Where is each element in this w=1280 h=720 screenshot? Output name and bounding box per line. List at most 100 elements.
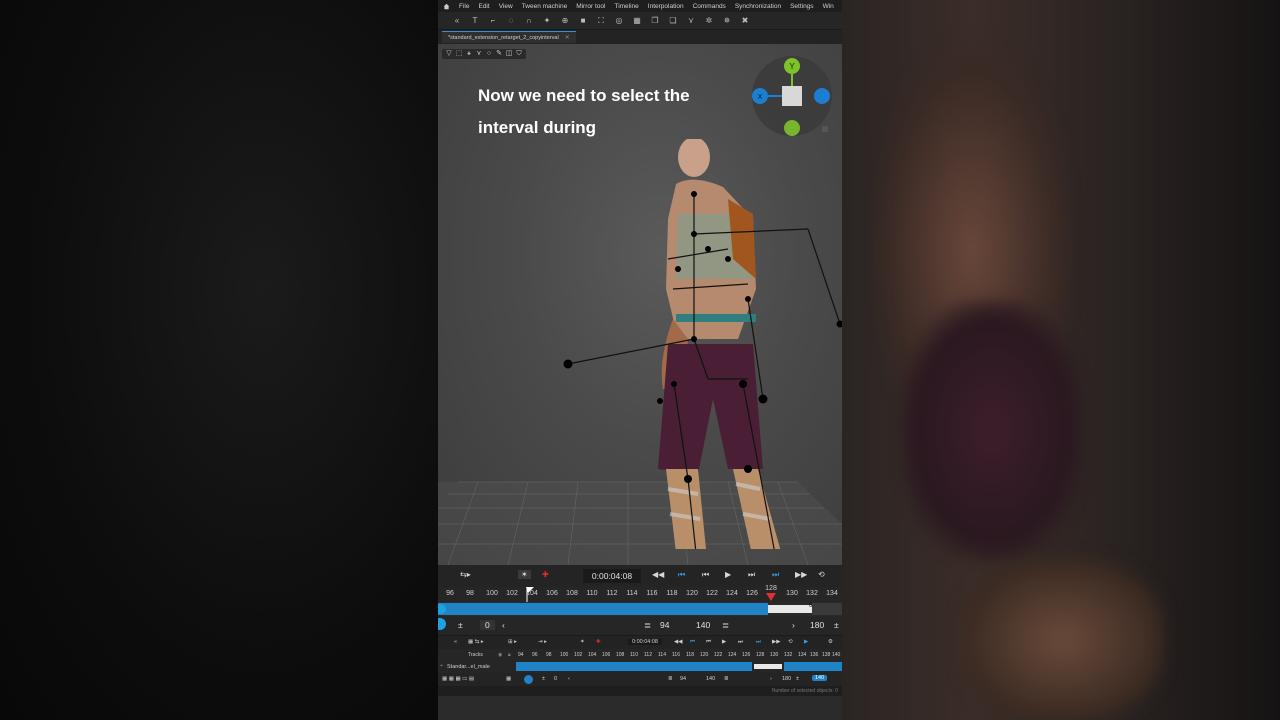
tab-document[interactable]: *standard_extension_retarget_2_copyinter…	[442, 31, 576, 43]
lock-icon[interactable]: 🔒︎	[508, 652, 511, 658]
mirror-icon[interactable]: ⋎	[686, 16, 696, 26]
paste-icon[interactable]: ❏	[668, 16, 678, 26]
visibility-icon[interactable]: ◉	[498, 652, 502, 658]
select-icon[interactable]: ⬚	[455, 50, 463, 58]
mini-chevron-left-icon[interactable]: ‹	[568, 676, 570, 682]
collapse-icon[interactable]: «	[452, 16, 462, 26]
copy-icon[interactable]: ❐	[650, 16, 660, 26]
bone-icon[interactable]: ⋎	[475, 50, 483, 58]
layout-icons[interactable]: ▦ ▦ ▦ ▭ ▤	[442, 676, 474, 682]
mini-next-key-icon[interactable]: ⏭	[756, 639, 761, 646]
curve-tool-icon[interactable]: ∩	[524, 16, 534, 26]
selected-interval[interactable]	[768, 605, 812, 613]
mini-add-icon[interactable]: ±	[542, 676, 545, 682]
mini-chevron-right-icon[interactable]: ›	[770, 676, 772, 682]
timeline-ruler[interactable]: 96 98 100 102 104 106 108 110 112 114 11…	[438, 585, 842, 602]
next-key-icon[interactable]: ⏭	[772, 570, 779, 580]
menu-tween-machine[interactable]: Tween machine	[522, 3, 568, 10]
mini-play-icon[interactable]: ▶	[722, 639, 726, 645]
loop-icon[interactable]: ⟲	[818, 570, 825, 579]
mini-rewind-icon[interactable]: ◀◀	[674, 639, 682, 645]
close-icon[interactable]: ✕	[565, 34, 570, 41]
set-key-icon[interactable]: ✚	[542, 570, 549, 579]
mini-track-row[interactable]: + Standar...el_male	[438, 661, 842, 673]
curve-view-icon[interactable]: ▦ ⇆ ▸	[468, 639, 484, 645]
range-toggle-icon[interactable]	[438, 618, 446, 630]
bone-tool-icon[interactable]: ⌐	[488, 16, 498, 26]
menu-commands[interactable]: Commands	[693, 3, 726, 10]
mini-range-menu-icon[interactable]: ≣	[668, 676, 673, 682]
orientation-gizmo[interactable]: Y X	[750, 52, 834, 136]
set-key-small-icon[interactable]: ✚	[596, 639, 601, 645]
cube-icon[interactable]: ◫	[505, 50, 513, 58]
text-tool-icon[interactable]: T	[470, 16, 480, 26]
range-start-field[interactable]: 94	[660, 620, 669, 630]
home-icon[interactable]	[443, 3, 450, 10]
sphere-icon[interactable]: ○	[485, 50, 493, 58]
step-back-icon[interactable]: ⏮	[702, 570, 709, 580]
timeline-track[interactable]: 6	[438, 602, 842, 616]
menu-mirror-tool[interactable]: Mirror tool	[576, 3, 605, 10]
mini-step-forward-icon[interactable]: ⏭	[738, 639, 743, 646]
prev-key-icon[interactable]: ⏮	[678, 570, 685, 580]
menu-settings[interactable]: Settings	[790, 3, 814, 10]
menu-synchronization[interactable]: Synchronization	[735, 3, 781, 10]
snap-icon[interactable]: ✲	[704, 16, 714, 26]
settings-gear-icon[interactable]: ⚙	[828, 639, 833, 645]
mini-menu-icon[interactable]: ▦	[506, 676, 511, 682]
mini-play-forward-icon[interactable]: ▶	[804, 639, 808, 645]
pose-tool-icon[interactable]: ✦	[542, 16, 552, 26]
end-frame-field[interactable]: 180	[810, 620, 824, 630]
autokey-small-icon[interactable]: ✶	[580, 639, 585, 645]
lasso-icon[interactable]: ◌	[506, 16, 516, 26]
chevron-left-icon[interactable]: ‹	[502, 620, 505, 630]
mini-range-end-field[interactable]: 140	[706, 676, 715, 682]
mini-time-display[interactable]: 0:00:04:08	[628, 639, 662, 645]
grid-icon[interactable]: ▦	[632, 16, 642, 26]
menu-edit[interactable]: Edit	[478, 3, 489, 10]
playhead-marker[interactable]	[766, 593, 776, 602]
add-end-icon[interactable]: ±	[834, 620, 839, 630]
add-icon[interactable]: ±	[458, 620, 463, 630]
range-end-field[interactable]: 140	[696, 620, 710, 630]
range-menu-icon-2[interactable]: ≣	[722, 620, 729, 631]
collapse-secondary-icon[interactable]: «	[454, 639, 457, 645]
fast-forward-icon[interactable]: ▶▶	[795, 570, 807, 579]
rewind-icon[interactable]: ◀◀	[652, 570, 664, 579]
brush-icon[interactable]: ✎	[495, 50, 503, 58]
target-icon[interactable]: ⊕	[560, 16, 570, 26]
mini-start-field[interactable]: 0	[554, 676, 557, 682]
record-icon[interactable]	[524, 675, 533, 684]
camera-icon[interactable]: ■	[578, 16, 588, 26]
snap-key-icon[interactable]: ⇥ ▸	[538, 639, 547, 645]
filter-icon[interactable]: ▽	[445, 50, 453, 58]
frame-icon[interactable]: ⛶	[596, 16, 606, 26]
play-icon[interactable]: ▶	[725, 570, 731, 579]
mini-end-badge[interactable]: 140	[812, 675, 828, 681]
joint-icon[interactable]: ⚹	[465, 50, 473, 58]
shield-icon[interactable]: ⛉	[515, 50, 523, 58]
range-menu-icon[interactable]: ≣	[644, 620, 651, 631]
tools-icon[interactable]: ✖	[740, 16, 750, 26]
chevron-right-icon[interactable]: ›	[792, 620, 795, 630]
start-frame-field[interactable]: 0	[480, 620, 495, 630]
mini-step-back-icon[interactable]: ⏮	[706, 639, 711, 646]
autokey-icon[interactable]: ✶	[518, 570, 531, 579]
mini-range-menu-icon-2[interactable]: ≣	[724, 676, 729, 682]
menu-timeline[interactable]: Timeline	[614, 3, 638, 10]
mini-timeline-ruler[interactable]: Tracks ◉ 🔒︎ 94 96 98 100 102 104 106 108…	[438, 649, 842, 661]
orbit-icon[interactable]: ◎	[614, 16, 624, 26]
track-name[interactable]: Standar...el_male	[447, 664, 490, 670]
mini-selected-interval[interactable]	[754, 664, 782, 669]
range-start-marker[interactable]	[526, 587, 534, 602]
keyframe-icon[interactable]: ⊞ ▸	[508, 639, 517, 645]
mini-prev-key-icon[interactable]: ⏮	[690, 639, 695, 646]
mini-range-start-field[interactable]: 94	[680, 676, 686, 682]
menu-interpolation[interactable]: Interpolation	[648, 3, 684, 10]
menu-view[interactable]: View	[499, 3, 513, 10]
time-display[interactable]: 0:00:04:08	[583, 569, 641, 583]
track-expand-icon[interactable]: +	[440, 663, 443, 669]
mini-loop-icon[interactable]: ⟲	[788, 639, 793, 645]
menu-window[interactable]: Win	[823, 3, 834, 10]
mini-add-end-icon[interactable]: ±	[796, 676, 799, 682]
